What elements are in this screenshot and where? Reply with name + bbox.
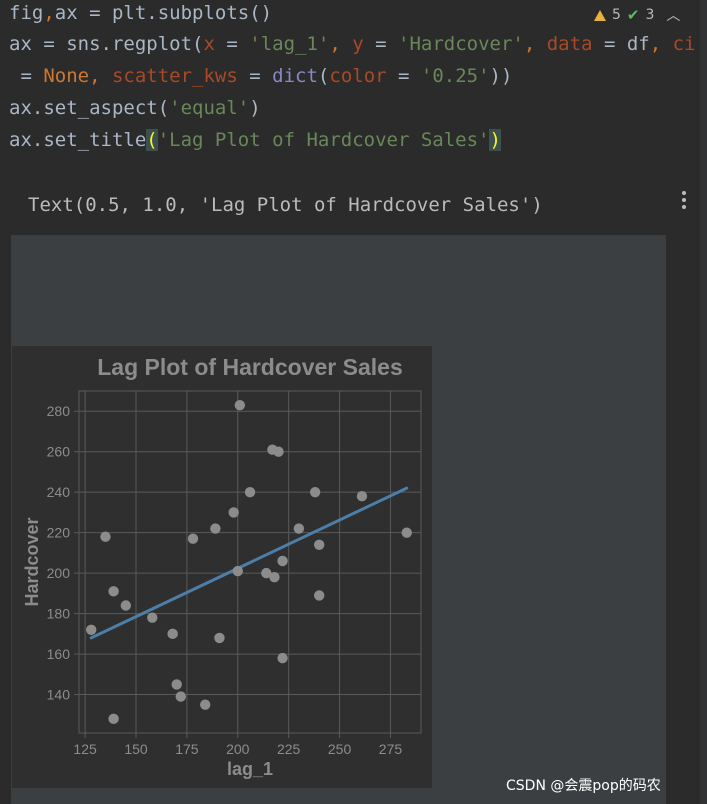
x-tick-label: 250 — [328, 741, 352, 757]
scatter-point — [273, 446, 284, 457]
scatter-point — [277, 652, 288, 664]
x-tick-label: 125 — [73, 741, 97, 757]
scatter-point — [277, 555, 288, 567]
scatter-point — [314, 539, 325, 550]
figure-background — [12, 346, 432, 788]
scatter-point — [171, 679, 182, 690]
inspection-widget[interactable]: 5 ✔ 3 ︿ — [594, 2, 680, 28]
code-line-4: ax.set_aspect('equal') — [9, 97, 261, 119]
scatter-point — [108, 713, 119, 725]
scatter-point — [356, 491, 368, 502]
scatter-point — [147, 612, 158, 623]
y-tick-label: 260 — [47, 444, 71, 460]
chart-figure: 125 150 175 200 225 250 275 140 160 180 200 220 240 2… — [12, 346, 432, 788]
code-line-3: = None, scatter_kws = dict(color = '0.25… — [9, 65, 513, 87]
y-tick-label: 180 — [47, 606, 71, 622]
scatter-point — [120, 600, 132, 611]
scatter-point — [200, 699, 211, 710]
scatter-point — [234, 399, 246, 411]
y-tick-label: 220 — [47, 525, 71, 541]
scatter-point — [293, 523, 305, 534]
scatter-point — [269, 571, 280, 583]
x-tick-label: 150 — [124, 741, 148, 757]
x-tick-label: 225 — [277, 741, 301, 757]
y-tick-label: 200 — [47, 565, 71, 581]
y-tick-label: 160 — [47, 646, 71, 662]
warning-count: 5 — [612, 7, 621, 23]
scatter-point — [232, 565, 243, 577]
watermark: CSDN @会震pop的码农 — [506, 778, 661, 794]
warning-icon — [594, 9, 606, 21]
y-tick-label: 280 — [47, 403, 71, 419]
chart-title: Lag Plot of Hardcover Sales — [97, 354, 402, 380]
check-count: 3 — [645, 7, 655, 23]
output-text: Text(0.5, 1.0, 'Lag Plot of Hardcover Sa… — [28, 194, 543, 216]
scatter-point — [314, 590, 325, 601]
scatter-point — [401, 527, 412, 538]
editor-scrollbar[interactable] — [700, 0, 707, 804]
scatter-point — [244, 486, 256, 498]
scatter-point — [167, 628, 178, 640]
scatter-point — [86, 624, 97, 635]
more-options-icon[interactable] — [678, 191, 690, 211]
scatter-point — [210, 523, 221, 534]
scatter-point — [100, 531, 111, 542]
chevron-up-icon[interactable]: ︿ — [666, 5, 680, 25]
chart-svg: 125 150 175 200 225 250 275 140 160 180 200 220 240 2… — [12, 346, 432, 788]
code-line-1: fig,ax = plt.subplots() — [9, 2, 273, 24]
code-line-2: ax = sns.regplot(x = 'lag_1', y = 'Hardc… — [9, 33, 696, 55]
scatter-point — [187, 533, 199, 544]
scatter-point — [214, 632, 225, 644]
y-axis-label: Hardcover — [22, 517, 42, 606]
check-icon: ✔ — [626, 6, 640, 24]
y-tick-label: 140 — [47, 687, 71, 703]
x-axis-label: lag_1 — [227, 759, 273, 779]
scatter-point — [228, 507, 239, 518]
x-tick-label: 200 — [226, 741, 250, 757]
x-tick-label: 275 — [379, 741, 403, 757]
code-line-5: ax.set_title('Lag Plot of Hardcover Sale… — [9, 129, 501, 151]
scatter-point — [108, 586, 119, 597]
x-tick-label: 175 — [175, 741, 199, 757]
scatter-point — [309, 486, 321, 498]
scatter-point — [175, 691, 186, 702]
y-tick-label: 240 — [47, 484, 71, 500]
